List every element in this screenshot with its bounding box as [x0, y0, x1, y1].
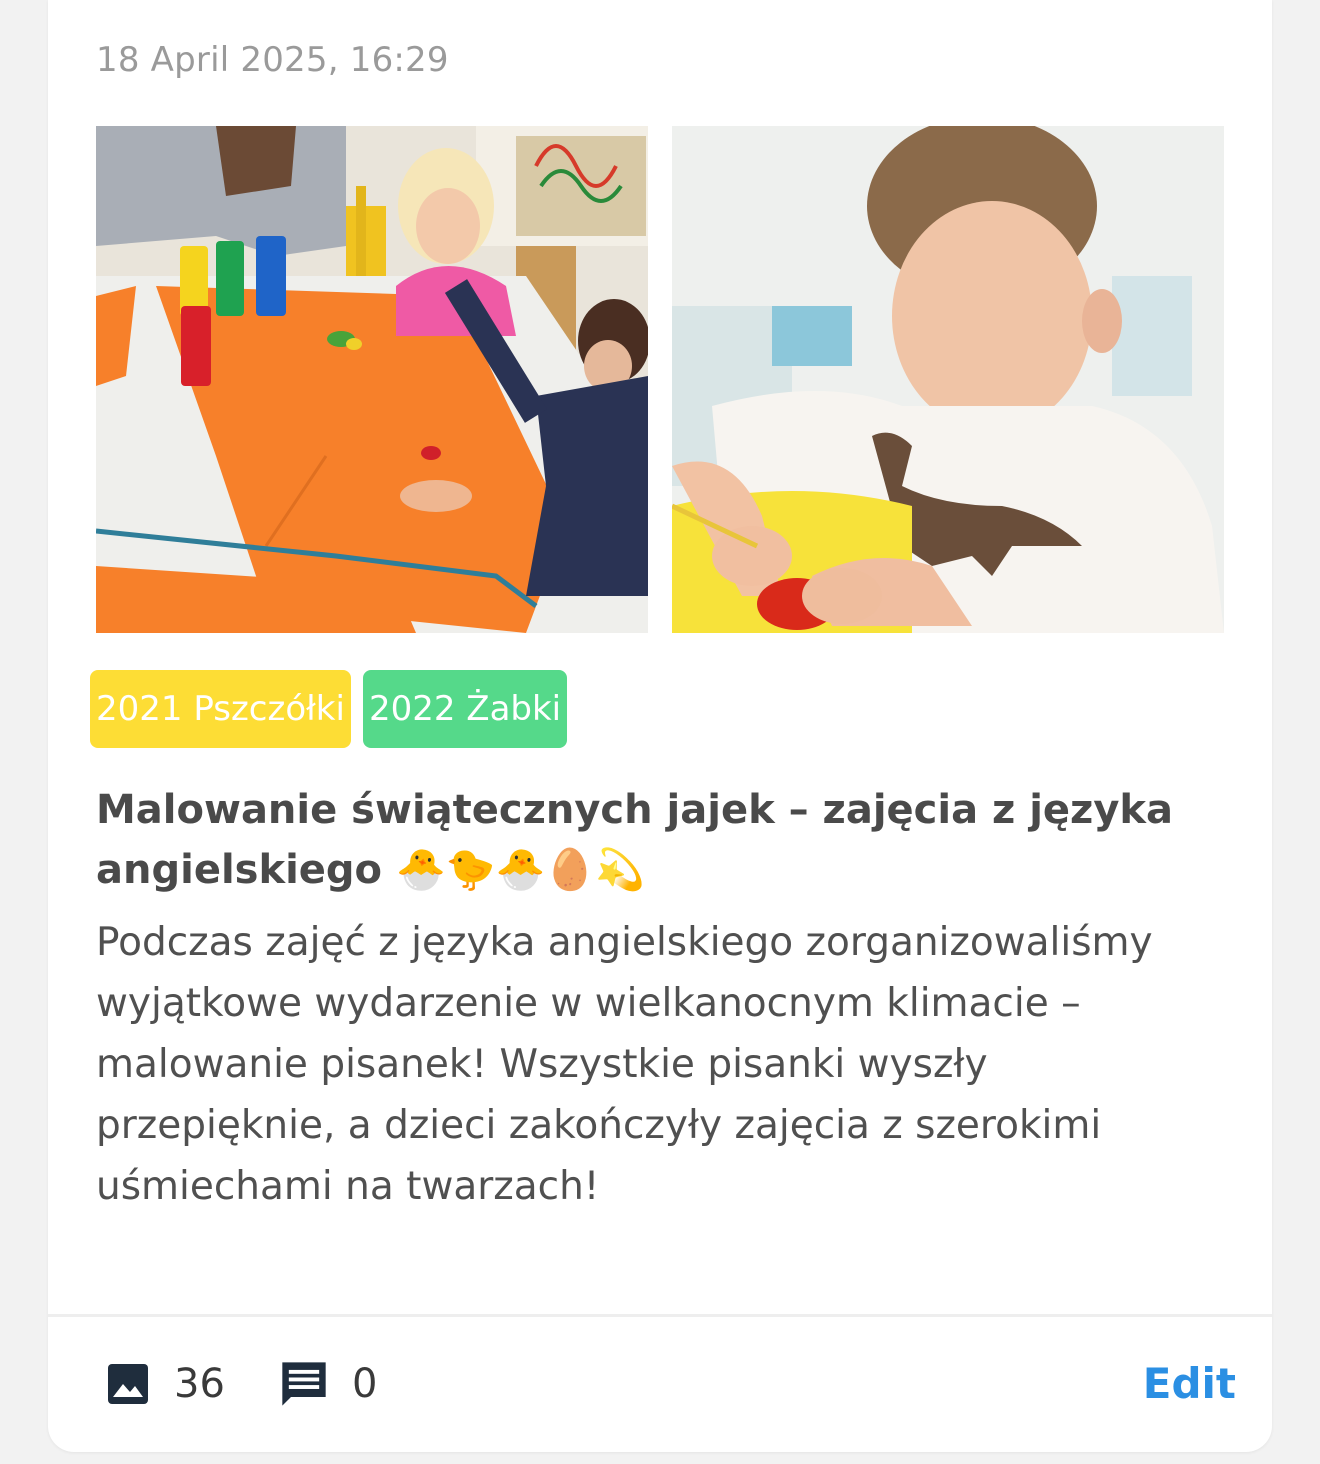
- comments-count: 0: [352, 1361, 378, 1407]
- tag-zabki[interactable]: 2022 Żabki: [362, 670, 568, 748]
- image-icon: [104, 1360, 152, 1408]
- group-tags: 2021 Pszczółki 2022 Żabki: [90, 670, 568, 748]
- post-title: Malowanie świątecznych jajek – zajęcia z…: [96, 787, 1173, 893]
- tag-pszczolki[interactable]: 2021 Pszczółki: [90, 670, 351, 748]
- post-photo-1[interactable]: [96, 126, 648, 633]
- photo-children-painting: [96, 126, 648, 633]
- post-photo-2[interactable]: [672, 126, 1224, 633]
- post-card: 18 April 2025, 16:29 2021 Pszczółki 2022…: [48, 0, 1272, 1452]
- photos-count-button[interactable]: 36: [104, 1356, 225, 1412]
- comments-count-button[interactable]: 0: [278, 1356, 377, 1412]
- footer-divider: [48, 1314, 1272, 1317]
- comment-icon: [278, 1358, 330, 1410]
- photo-boy-painting-egg: [672, 126, 1224, 633]
- post-timestamp: 18 April 2025, 16:29: [96, 40, 449, 80]
- post-body: Podczas zajęć z języka angielskiego zorg…: [96, 920, 1153, 1209]
- card-top: [48, 0, 1272, 20]
- edit-button[interactable]: Edit: [1143, 1356, 1236, 1412]
- photos-count: 36: [174, 1361, 225, 1407]
